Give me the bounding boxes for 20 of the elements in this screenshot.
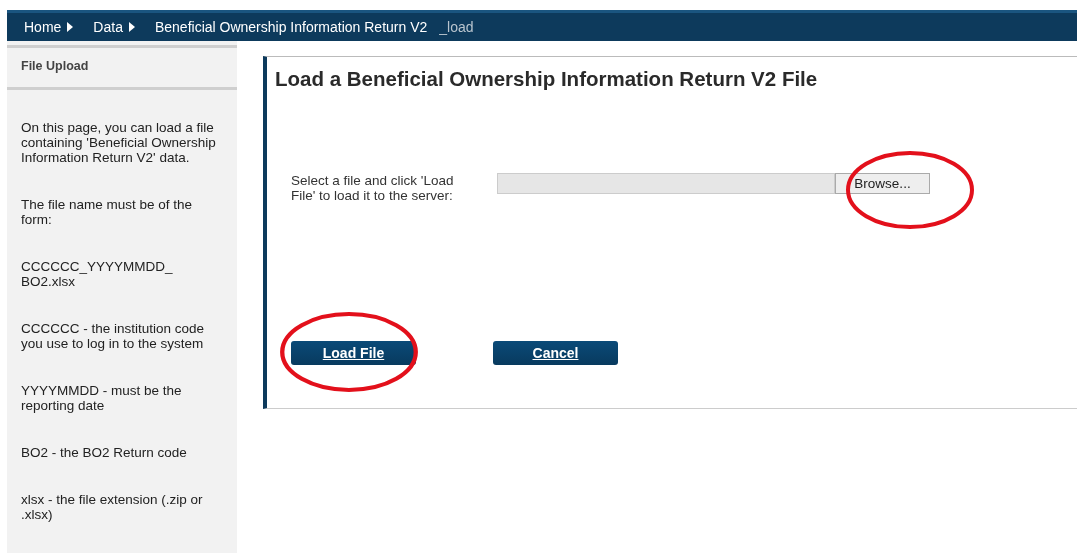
field-label: Select a file and click 'Load File' to load it to the server: [291,173,455,203]
help-text: The file name must be of the form: [21,197,194,227]
sidebar-title: File Upload [7,45,237,90]
file-path-field[interactable] [497,173,835,194]
action-button[interactable]: Cancel [493,341,618,365]
action-button[interactable]: Load File [291,341,416,365]
breadcrumb-suffix: _load [439,19,474,35]
help-text: CCCCCC_YYYYMMDD_ BO2.xlsx [21,259,174,289]
caret-icon [67,22,74,32]
help-text: xlsx - the file extension (.zip or .xlsx) [21,492,204,522]
page-title: Load a Beneficial Ownership Information Return V2 File [275,67,819,91]
help-text: On this page, you can load a file containing 'Beneficial Ownership Information Return V2' data. [21,120,217,165]
help-text: BO2 - the BO2 Return code [21,445,188,460]
help-text: CCCCCC - the institution code you use to log in to the system [21,321,206,351]
browse-button[interactable]: Browse... [835,173,930,194]
breadcrumb-link[interactable]: Data [93,19,123,35]
help-text: YYYYMMDD - must be the reporting date [21,383,183,413]
caret-icon [128,22,135,32]
breadcrumb-link[interactable]: Home [24,19,62,35]
breadcrumb-current: Beneficial Ownership Information Return V2 [154,19,428,35]
